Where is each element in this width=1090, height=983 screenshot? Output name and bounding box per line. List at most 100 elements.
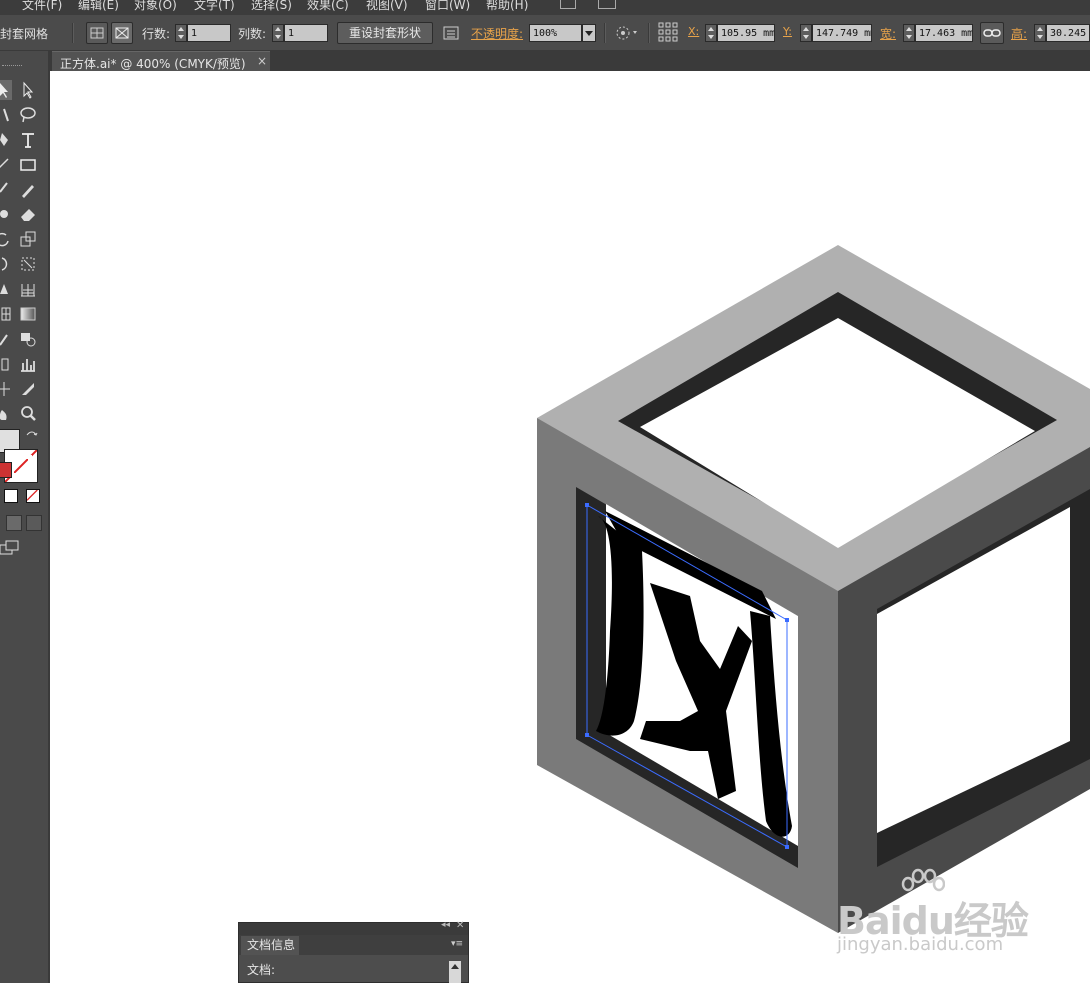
height-label[interactable]: 高:	[1011, 25, 1027, 42]
blend-tool-icon[interactable]	[18, 329, 38, 349]
arrange-documents-icon[interactable]	[598, 0, 616, 9]
height-stepper[interactable]	[1034, 24, 1046, 42]
menu-object[interactable]: 对象(O)	[134, 0, 177, 13]
magic-wand-tool-icon[interactable]	[0, 105, 12, 125]
menu-select[interactable]: 选择(S)	[251, 0, 292, 13]
y-label[interactable]: Y:	[783, 25, 792, 38]
separator	[648, 23, 650, 43]
document-tab[interactable]: 正方体.ai* @ 400% (CMYK/预览) ×	[52, 51, 270, 71]
rectangle-tool-icon[interactable]	[18, 155, 38, 175]
panel-options-icon[interactable]	[443, 25, 459, 41]
width-stepper[interactable]	[903, 24, 915, 42]
draw-behind-icon[interactable]	[6, 515, 22, 531]
opacity-label[interactable]: 不透明度:	[471, 25, 523, 42]
opacity-input[interactable]: 100%	[529, 24, 582, 42]
menu-window[interactable]: 窗口(W)	[425, 0, 470, 13]
screen-mode-icon[interactable]	[0, 539, 22, 557]
cols-input[interactable]: 1	[284, 24, 328, 42]
menu-edit[interactable]: 编辑(E)	[78, 0, 119, 13]
panel-grip[interactable]	[2, 65, 22, 68]
document-tab-title[interactable]: 正方体.ai* @ 400% (CMYK/预览)	[60, 55, 246, 72]
draw-inside-icon[interactable]	[26, 515, 42, 531]
hand-tool-icon[interactable]	[0, 404, 12, 424]
envelope-mesh-button[interactable]	[111, 22, 133, 44]
lasso-tool-icon[interactable]	[18, 105, 38, 125]
rows-stepper[interactable]	[175, 24, 187, 42]
selection-tool-icon[interactable]	[0, 80, 12, 100]
y-stepper[interactable]	[800, 24, 812, 42]
none-mode-icon[interactable]	[26, 489, 40, 503]
scale-tool-icon[interactable]	[18, 229, 38, 249]
rows-input[interactable]: 1	[187, 24, 231, 42]
height-input[interactable]: 30.245 mm	[1046, 24, 1090, 42]
paintbrush-tool-icon[interactable]	[0, 180, 12, 200]
close-icon[interactable]: ×	[257, 54, 267, 68]
width-input[interactable]: 17.463 mm	[915, 24, 973, 42]
link-icon	[983, 29, 1001, 37]
menu-view[interactable]: 视图(V)	[366, 0, 408, 13]
type-tool-icon[interactable]	[18, 130, 38, 150]
warp-tool-icon[interactable]	[0, 254, 12, 274]
default-colors-icon[interactable]	[0, 462, 12, 478]
free-transform-tool-icon[interactable]	[18, 254, 38, 274]
recolor-icon[interactable]	[615, 25, 641, 41]
pencil-tool-icon[interactable]	[18, 180, 38, 200]
menu-bar: 文件(F) 编辑(E) 对象(O) 文字(T) 选择(S) 效果(C) 视图(V…	[0, 0, 1090, 15]
x-stepper[interactable]	[705, 24, 717, 42]
menu-help[interactable]: 帮助(H)	[486, 0, 528, 13]
y-input[interactable]: 147.749 mm	[812, 24, 872, 42]
separator	[604, 23, 606, 43]
envelope-warp-button[interactable]	[86, 22, 108, 44]
bridge-icon[interactable]	[560, 0, 576, 9]
panel-menu-icon[interactable]: ▾≡	[451, 939, 463, 949]
cols-stepper[interactable]	[272, 24, 284, 42]
gradient-mode-icon[interactable]	[4, 489, 18, 503]
zoom-tool-icon[interactable]	[18, 404, 38, 424]
watermark-url: jingyan.baidu.com	[837, 934, 1004, 955]
mesh-icon	[115, 27, 129, 39]
artboard-tool-icon[interactable]	[0, 379, 12, 399]
constrain-proportions-button[interactable]	[980, 22, 1004, 44]
artboard-canvas[interactable]	[50, 71, 1090, 983]
column-graph-tool-icon[interactable]	[18, 354, 38, 374]
rotate-tool-icon[interactable]	[0, 229, 12, 249]
pen-tool-icon[interactable]	[0, 130, 12, 150]
cols-label: 列数:	[238, 27, 267, 41]
document-tab-bar: 正方体.ai* @ 400% (CMYK/预览) ×	[50, 51, 1090, 71]
collapse-panel-icon[interactable]: ◂◂	[441, 920, 450, 930]
width-label[interactable]: 宽:	[880, 25, 896, 42]
panel-header[interactable]: ◂◂ ✕	[239, 920, 468, 935]
opacity-dropdown[interactable]	[582, 24, 596, 42]
panel-scrollbar[interactable]	[449, 961, 461, 983]
tools-panel	[0, 51, 50, 983]
baidu-watermark: Baidu经验 jingyan.baidu.com	[837, 868, 1037, 968]
gradient-tool-icon[interactable]	[18, 304, 38, 324]
shape-builder-tool-icon[interactable]	[0, 279, 12, 299]
cube-artwork[interactable]	[50, 71, 1090, 983]
eyedropper-tool-icon[interactable]	[0, 329, 12, 349]
direct-selection-tool-icon[interactable]	[18, 80, 38, 100]
x-input[interactable]: 105.95 mm	[717, 24, 775, 42]
tab-document-info[interactable]: 文档信息	[241, 936, 299, 955]
close-panel-icon[interactable]: ✕	[456, 920, 464, 931]
reference-point-icon[interactable]	[658, 22, 678, 42]
eraser-tool-icon[interactable]	[18, 204, 38, 224]
mesh-tool-icon[interactable]	[0, 304, 12, 324]
menu-effect[interactable]: 效果(C)	[307, 0, 349, 13]
separator	[72, 23, 74, 43]
menu-type[interactable]: 文字(T)	[194, 0, 235, 13]
slice-tool-icon[interactable]	[18, 379, 38, 399]
document-info-label: 文档:	[247, 963, 276, 977]
panel-tab-row: 文档信息 ▾≡	[239, 935, 468, 955]
symbol-sprayer-tool-icon[interactable]	[0, 354, 12, 374]
blob-brush-tool-icon[interactable]	[0, 204, 12, 224]
rows-label: 行数:	[142, 27, 171, 41]
reset-envelope-button[interactable]: 重设封套形状	[337, 22, 433, 44]
warp-icon	[90, 27, 104, 39]
menu-file[interactable]: 文件(F)	[22, 0, 62, 13]
envelope-mode-label: 封套网格	[0, 27, 49, 41]
swap-fill-stroke-icon[interactable]	[22, 427, 42, 447]
perspective-grid-tool-icon[interactable]	[18, 279, 38, 299]
line-tool-icon[interactable]	[0, 155, 12, 175]
x-label[interactable]: X:	[688, 25, 699, 38]
